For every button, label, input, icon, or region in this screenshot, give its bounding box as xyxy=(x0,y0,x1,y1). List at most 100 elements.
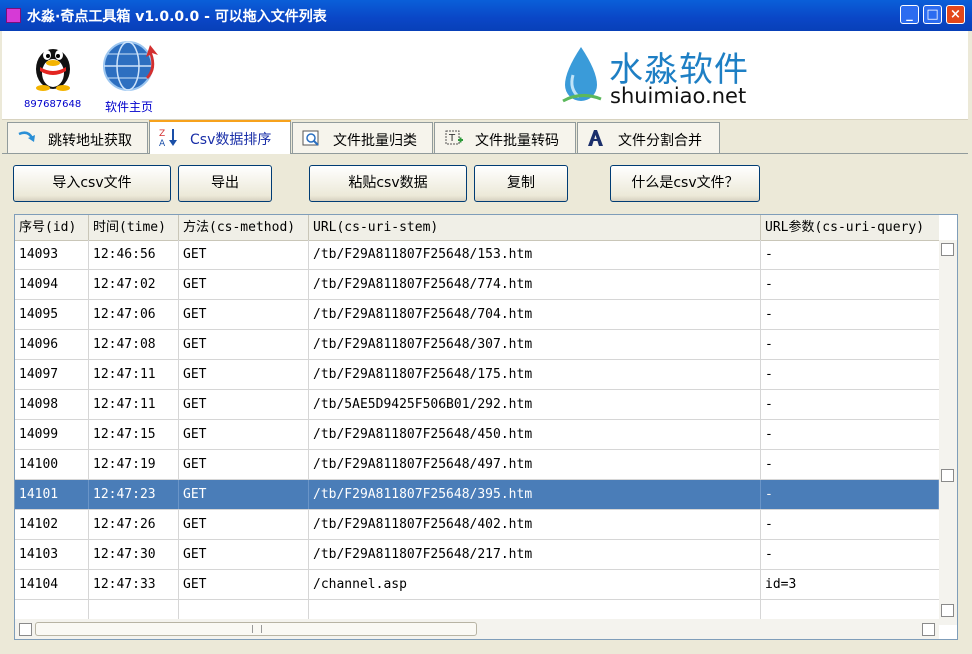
cell-time[interactable]: 12:47:06 xyxy=(89,300,179,329)
cell-id[interactable]: 14099 xyxy=(15,420,89,449)
table-row[interactable]: 1409712:47:11GET/tb/F29A811807F25648/175… xyxy=(15,360,939,390)
cell-uri-query[interactable]: - xyxy=(761,480,939,509)
title-bar[interactable]: 水淼·奇点工具箱 v1.0.0.0 - 可以拖入文件列表 _ □ × xyxy=(0,0,972,31)
column-header-method[interactable]: 方法(cs-method) xyxy=(179,215,309,240)
cell-time[interactable]: 12:47:33 xyxy=(89,570,179,599)
cell-time[interactable]: 12:47:30 xyxy=(89,540,179,569)
export-button[interactable]: 导出 xyxy=(178,165,272,202)
table-row[interactable]: 1409412:47:02GET/tb/F29A811807F25648/774… xyxy=(15,270,939,300)
cell-uri-query[interactable]: - xyxy=(761,450,939,479)
cell-method[interactable]: GET xyxy=(179,240,309,269)
table-row[interactable]: 1410112:47:23GET/tb/F29A811807F25648/395… xyxy=(15,480,939,510)
cell-time[interactable]: 12:47:15 xyxy=(89,420,179,449)
table-row[interactable]: 1410412:47:33GET/channel.aspid=3 xyxy=(15,570,939,600)
vertical-scroll-thumb[interactable] xyxy=(941,469,954,482)
column-header-uri-query[interactable]: URL参数(cs-uri-query) xyxy=(761,215,939,240)
cell-uri-stem[interactable]: /tb/F29A811807F25648/307.htm xyxy=(309,330,761,359)
cell-time[interactable]: 12:46:56 xyxy=(89,240,179,269)
cell-uri-query[interactable]: - xyxy=(761,510,939,539)
qq-penguin-icon[interactable] xyxy=(30,39,76,91)
cell-id[interactable]: 14100 xyxy=(15,450,89,479)
cell-method[interactable]: GET xyxy=(179,330,309,359)
cell-id[interactable]: 14101 xyxy=(15,480,89,509)
cell-id[interactable]: 14094 xyxy=(15,270,89,299)
cell-time[interactable]: 12:47:26 xyxy=(89,510,179,539)
cell-uri-stem[interactable]: /tb/F29A811807F25648/774.htm xyxy=(309,270,761,299)
cell-uri-query[interactable]: - xyxy=(761,420,939,449)
cell-method[interactable]: GET xyxy=(179,360,309,389)
cell-id[interactable]: 14098 xyxy=(15,390,89,419)
column-header-id[interactable]: 序号(id) xyxy=(15,215,89,240)
cell-id[interactable]: 14093 xyxy=(15,240,89,269)
cell-uri-stem[interactable]: /tb/F29A811807F25648/497.htm xyxy=(309,450,761,479)
cell-id[interactable]: 14095 xyxy=(15,300,89,329)
cell-id[interactable]: 14102 xyxy=(15,510,89,539)
scroll-down-button[interactable] xyxy=(941,604,954,617)
close-button[interactable]: × xyxy=(946,5,965,24)
scroll-left-button[interactable] xyxy=(19,623,32,636)
cell-uri-stem[interactable]: /tb/F29A811807F25648/450.htm xyxy=(309,420,761,449)
cell-id[interactable]: 14104 xyxy=(15,570,89,599)
cell-id[interactable]: 14103 xyxy=(15,540,89,569)
tab-redirect-address[interactable]: 跳转地址获取 xyxy=(7,122,148,153)
table-row[interactable]: 1409312:46:56GET/tb/F29A811807F25648/153… xyxy=(15,240,939,270)
cell-uri-stem[interactable]: /tb/F29A811807F25648/402.htm xyxy=(309,510,761,539)
cell-uri-stem[interactable]: /tb/F29A811807F25648/175.htm xyxy=(309,360,761,389)
cell-uri-stem[interactable]: /tb/F29A811807F25648/217.htm xyxy=(309,540,761,569)
table-row[interactable]: 1410212:47:26GET/tb/F29A811807F25648/402… xyxy=(15,510,939,540)
cell-uri-stem[interactable]: /channel.asp xyxy=(309,570,761,599)
cell-uri-stem[interactable]: /tb/F29A811807F25648/704.htm xyxy=(309,300,761,329)
csv-data-grid[interactable]: 序号(id) 时间(time) 方法(cs-method) URL(cs-uri… xyxy=(14,214,958,640)
qq-number-link[interactable]: 897687648 xyxy=(24,99,81,110)
table-row[interactable]: 1410312:47:30GET/tb/F29A811807F25648/217… xyxy=(15,540,939,570)
tab-csv-sort[interactable]: Z A Csv数据排序 xyxy=(149,120,291,154)
tab-batch-transcode[interactable]: T 文件批量转码 xyxy=(434,122,576,153)
cell-time[interactable]: 12:47:23 xyxy=(89,480,179,509)
table-row[interactable]: 1410012:47:19GET/tb/F29A811807F25648/497… xyxy=(15,450,939,480)
cell-uri-query[interactable]: - xyxy=(761,390,939,419)
cell-method[interactable]: GET xyxy=(179,270,309,299)
cell-id[interactable]: 14096 xyxy=(15,330,89,359)
cell-time[interactable]: 12:47:11 xyxy=(89,390,179,419)
cell-method[interactable]: GET xyxy=(179,450,309,479)
scroll-right-button[interactable] xyxy=(922,623,935,636)
cell-time[interactable]: 12:47:19 xyxy=(89,450,179,479)
cell-method[interactable]: GET xyxy=(179,510,309,539)
cell-time[interactable]: 12:47:11 xyxy=(89,360,179,389)
what-is-csv-button[interactable]: 什么是csv文件？ xyxy=(610,165,760,202)
cell-method[interactable]: GET xyxy=(179,420,309,449)
tab-batch-classify[interactable]: 文件批量归类 xyxy=(292,122,433,153)
horizontal-scrollbar[interactable] xyxy=(15,619,939,639)
cell-uri-query[interactable]: - xyxy=(761,540,939,569)
cell-method[interactable]: GET xyxy=(179,540,309,569)
horizontal-scroll-thumb[interactable] xyxy=(35,622,477,636)
cell-id[interactable]: 14097 xyxy=(15,360,89,389)
cell-uri-query[interactable]: - xyxy=(761,240,939,269)
cell-uri-stem[interactable]: /tb/5AE5D9425F506B01/292.htm xyxy=(309,390,761,419)
globe-icon[interactable] xyxy=(98,39,164,93)
cell-time[interactable]: 12:47:02 xyxy=(89,270,179,299)
cell-method[interactable]: GET xyxy=(179,390,309,419)
homepage-link[interactable]: 软件主页 xyxy=(105,98,153,115)
import-csv-button[interactable]: 导入csv文件 xyxy=(13,165,171,202)
copy-button[interactable]: 复制 xyxy=(474,165,568,202)
cell-uri-stem[interactable]: /tb/F29A811807F25648/153.htm xyxy=(309,240,761,269)
cell-uri-query[interactable]: id=3 xyxy=(761,570,939,599)
column-header-time[interactable]: 时间(time) xyxy=(89,215,179,240)
cell-uri-query[interactable]: - xyxy=(761,330,939,359)
tab-file-split-merge[interactable]: 文件分割合并 xyxy=(577,122,720,153)
cell-uri-stem[interactable]: /tb/F29A811807F25648/395.htm xyxy=(309,480,761,509)
paste-csv-button[interactable]: 粘贴csv数据 xyxy=(309,165,467,202)
cell-uri-query[interactable]: - xyxy=(761,270,939,299)
table-row[interactable]: 1409812:47:11GET/tb/5AE5D9425F506B01/292… xyxy=(15,390,939,420)
cell-time[interactable]: 12:47:08 xyxy=(89,330,179,359)
cell-method[interactable]: GET xyxy=(179,300,309,329)
table-row[interactable]: 1409612:47:08GET/tb/F29A811807F25648/307… xyxy=(15,330,939,360)
vertical-scrollbar[interactable] xyxy=(939,240,957,625)
cell-method[interactable]: GET xyxy=(179,480,309,509)
column-header-uri-stem[interactable]: URL(cs-uri-stem) xyxy=(309,215,761,240)
cell-method[interactable]: GET xyxy=(179,570,309,599)
maximize-button[interactable]: □ xyxy=(923,5,942,24)
table-row[interactable]: 1409512:47:06GET/tb/F29A811807F25648/704… xyxy=(15,300,939,330)
cell-uri-query[interactable]: - xyxy=(761,300,939,329)
